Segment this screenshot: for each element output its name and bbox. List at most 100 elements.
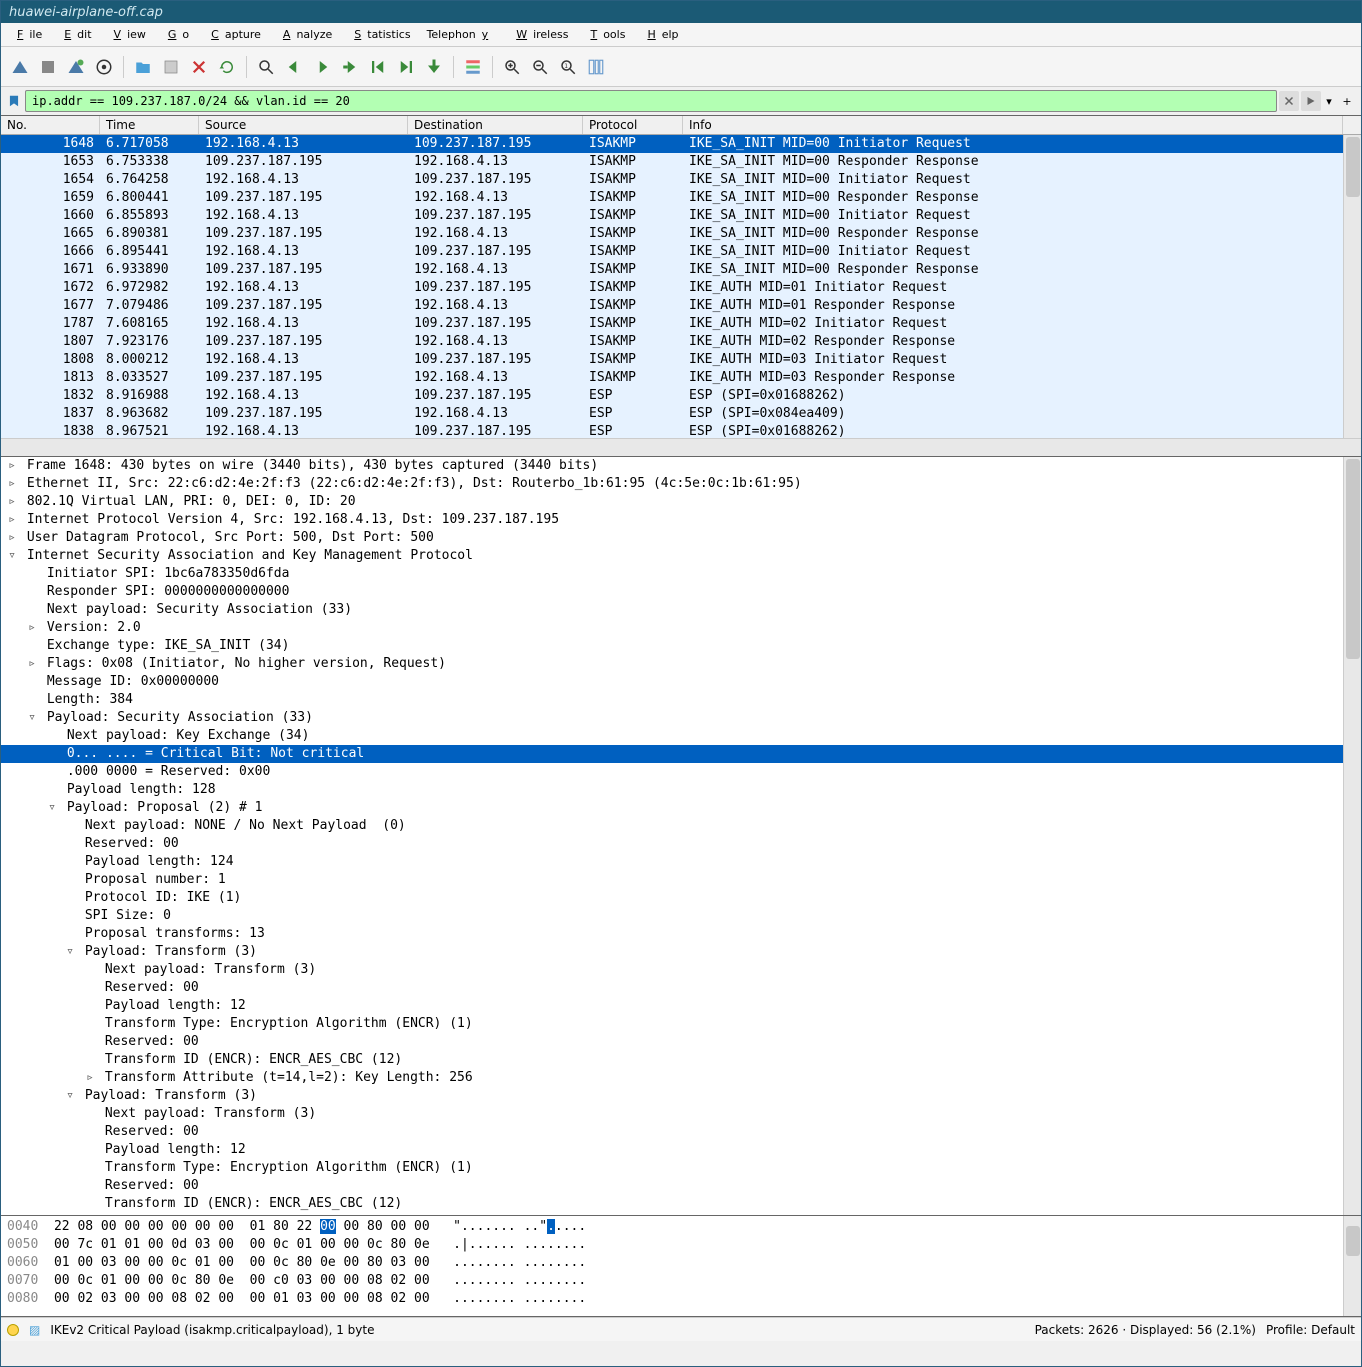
packet-row[interactable]: 16666.895441192.168.4.13109.237.187.195I… [1,243,1343,261]
detail-tree-line[interactable]: · Message ID: 0x00000000 [1,673,1361,691]
menu-help[interactable]: Help [635,26,684,43]
start-capture-icon[interactable] [7,54,33,80]
add-filter-expression-icon[interactable]: + [1337,91,1357,111]
packet-list-scrollbar-horizontal[interactable] [1,438,1361,456]
hex-row[interactable]: 0070 00 0c 01 00 00 0c 80 0e 00 c0 03 00… [7,1272,1355,1290]
apply-filter-icon[interactable] [1301,91,1321,111]
detail-tree-line[interactable]: · Reserved: 00 [1,1123,1361,1141]
column-header-time[interactable]: Time [100,116,199,134]
detail-tree-line[interactable]: ▹ Ethernet II, Src: 22:c6:d2:4e:2f:f3 (2… [1,475,1361,493]
menu-statistics[interactable]: Statistics [342,26,416,43]
detail-tree-line[interactable]: · Exchange type: IKE_SA_INIT (34) [1,637,1361,655]
packet-row[interactable]: 18328.916988192.168.4.13109.237.187.195E… [1,387,1343,405]
menu-tools[interactable]: Tools [578,26,631,43]
detail-tree-line[interactable]: · Payload length: 128 [1,781,1361,799]
column-header-source[interactable]: Source [199,116,408,134]
packet-details-scrollbar[interactable] [1343,457,1361,1215]
detail-tree-line[interactable]: ▹ Frame 1648: 430 bytes on wire (3440 bi… [1,457,1361,475]
packet-details-tree[interactable]: ▹ Frame 1648: 430 bytes on wire (3440 bi… [1,457,1361,1215]
packet-bytes-pane[interactable]: 0040 22 08 00 00 00 00 00 00 01 80 22 00… [1,1216,1361,1317]
detail-tree-line[interactable]: · Transform Type: Encryption Algorithm (… [1,1015,1361,1033]
hex-row[interactable]: 0060 01 00 03 00 00 0c 01 00 00 0c 80 0e… [7,1254,1355,1272]
column-header-info[interactable]: Info [683,116,1343,134]
detail-tree-line[interactable]: · Reserved: 00 [1,1033,1361,1051]
capture-options-icon[interactable] [91,54,117,80]
hex-row[interactable]: 0040 22 08 00 00 00 00 00 00 01 80 22 00… [7,1218,1355,1236]
zoom-reset-icon[interactable]: 1 [555,54,581,80]
packet-row[interactable]: 16596.800441109.237.187.195192.168.4.13I… [1,189,1343,207]
detail-tree-line[interactable]: · Transform ID (ENCR): ENCR_AES_CBC (12) [1,1195,1361,1213]
menu-telephony[interactable]: Telephony [421,26,501,43]
find-packet-icon[interactable] [253,54,279,80]
detail-tree-line[interactable]: · Next payload: Security Association (33… [1,601,1361,619]
menu-view[interactable]: View [102,26,152,43]
bookmark-filter-icon[interactable] [5,92,23,110]
detail-tree-line[interactable]: · Next payload: Key Exchange (34) [1,727,1361,745]
detail-tree-line[interactable]: ▿ Payload: Proposal (2) # 1 [1,799,1361,817]
packet-row[interactable]: 18138.033527109.237.187.195192.168.4.13I… [1,369,1343,387]
packet-list-scrollbar-vertical[interactable] [1343,135,1361,438]
go-forward-icon[interactable] [309,54,335,80]
go-back-icon[interactable] [281,54,307,80]
detail-tree-line[interactable]: · Transform ID (ENCR): ENCR_AES_CBC (12) [1,1051,1361,1069]
menu-go[interactable]: Go [156,26,195,43]
column-header-protocol[interactable]: Protocol [583,116,683,134]
reload-file-icon[interactable] [214,54,240,80]
go-to-packet-icon[interactable] [337,54,363,80]
detail-tree-line[interactable]: · Payload length: 124 [1,853,1361,871]
display-filter-input[interactable] [25,90,1277,112]
menu-file[interactable]: File [5,26,48,43]
packet-row[interactable]: 16606.855893192.168.4.13109.237.187.195I… [1,207,1343,225]
detail-tree-line[interactable]: · Next payload: Transform (3) [1,1105,1361,1123]
detail-tree-line[interactable]: · Proposal transforms: 13 [1,925,1361,943]
packet-row[interactable]: 18378.963682109.237.187.195192.168.4.13E… [1,405,1343,423]
packet-row[interactable]: 17877.608165192.168.4.13109.237.187.195I… [1,315,1343,333]
detail-tree-line[interactable]: · Reserved: 00 [1,835,1361,853]
detail-tree-line[interactable]: ▿ Internet Security Association and Key … [1,547,1361,565]
detail-tree-line[interactable]: · Proposal number: 1 [1,871,1361,889]
detail-tree-line[interactable]: · Transform Type: Encryption Algorithm (… [1,1159,1361,1177]
go-first-icon[interactable] [365,54,391,80]
restart-capture-icon[interactable] [63,54,89,80]
hex-row[interactable]: 0050 00 7c 01 01 00 0d 03 00 00 0c 01 00… [7,1236,1355,1254]
packet-row[interactable]: 16536.753338109.237.187.195192.168.4.13I… [1,153,1343,171]
zoom-in-icon[interactable] [499,54,525,80]
detail-tree-line[interactable]: ▹ Flags: 0x08 (Initiator, No higher vers… [1,655,1361,673]
packet-row[interactable]: 16656.890381109.237.187.195192.168.4.13I… [1,225,1343,243]
menu-capture[interactable]: Capture [199,26,267,43]
clear-filter-icon[interactable] [1279,91,1299,111]
detail-tree-line[interactable]: ▿ Payload: Transform (3) [1,943,1361,961]
detail-tree-line[interactable]: ▿ Payload: Transform (3) [1,1087,1361,1105]
packet-row[interactable]: 16777.079486109.237.187.195192.168.4.13I… [1,297,1343,315]
detail-tree-line[interactable]: · Payload length: 12 [1,997,1361,1015]
capture-file-properties-icon[interactable]: ▨ [29,1323,40,1337]
packet-row[interactable]: 16546.764258192.168.4.13109.237.187.195I… [1,171,1343,189]
column-header-no[interactable]: No. [1,116,100,134]
zoom-out-icon[interactable] [527,54,553,80]
packet-bytes-scrollbar[interactable] [1343,1216,1361,1316]
detail-tree-line[interactable]: · Initiator SPI: 1bc6a783350d6fda [1,565,1361,583]
expert-info-led-icon[interactable] [7,1324,19,1336]
save-file-icon[interactable] [158,54,184,80]
close-file-icon[interactable] [186,54,212,80]
detail-tree-line[interactable]: · Length: 384 [1,691,1361,709]
detail-tree-line[interactable]: ▹ Internet Protocol Version 4, Src: 192.… [1,511,1361,529]
column-header-destination[interactable]: Destination [408,116,583,134]
detail-tree-line[interactable]: · Payload length: 12 [1,1141,1361,1159]
hex-row[interactable]: 0080 00 02 03 00 00 08 02 00 00 01 03 00… [7,1290,1355,1308]
packet-row[interactable]: 18388.967521192.168.4.13109.237.187.195E… [1,423,1343,438]
packet-row[interactable]: 16726.972982192.168.4.13109.237.187.195I… [1,279,1343,297]
packet-row[interactable]: 16716.933890109.237.187.195192.168.4.13I… [1,261,1343,279]
detail-tree-line[interactable]: · 0... .... = Critical Bit: Not critical [1,745,1361,763]
detail-tree-line[interactable]: · Next payload: NONE / No Next Payload (… [1,817,1361,835]
stop-capture-icon[interactable] [35,54,61,80]
detail-tree-line[interactable]: · Reserved: 00 [1,979,1361,997]
detail-tree-line[interactable]: ▿ Payload: Security Association (33) [1,709,1361,727]
menu-wireless[interactable]: Wireless [504,26,574,43]
detail-tree-line[interactable]: · Reserved: 00 [1,1177,1361,1195]
packet-row[interactable]: 18088.000212192.168.4.13109.237.187.195I… [1,351,1343,369]
detail-tree-line[interactable]: ▹ 802.1Q Virtual LAN, PRI: 0, DEI: 0, ID… [1,493,1361,511]
colorize-icon[interactable] [460,54,486,80]
go-last-icon[interactable] [393,54,419,80]
menu-edit[interactable]: Edit [52,26,97,43]
